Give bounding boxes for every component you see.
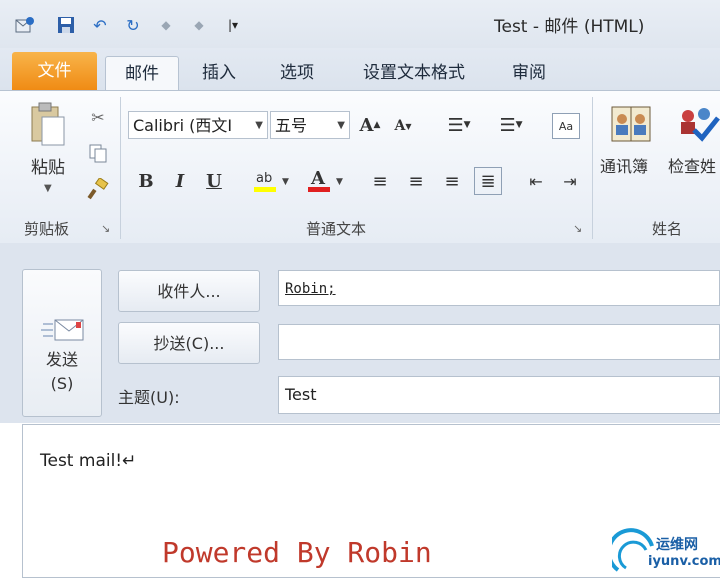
format-painter-icon[interactable]	[86, 177, 110, 201]
bold-button[interactable]: B	[134, 169, 158, 193]
font-size-select[interactable]: 五号 ▼	[270, 111, 350, 139]
group-separator	[120, 97, 121, 239]
address-book-button[interactable]: 通讯簿	[600, 153, 648, 177]
copy-icon[interactable]	[86, 141, 110, 165]
increase-indent-icon[interactable]: ⇥	[558, 169, 582, 193]
ribbon-tabs: 文件 邮件 插入 选项 设置文本格式 审阅	[0, 48, 720, 91]
tab-insert[interactable]: 插入	[188, 56, 250, 90]
svg-text:▼: ▼	[282, 177, 289, 187]
styles-icon[interactable]: Aa	[552, 113, 580, 139]
to-recipient[interactable]: Robin;	[285, 281, 336, 297]
justify-icon[interactable]: ≣	[474, 167, 502, 195]
names-group-label: 姓名	[652, 220, 683, 238]
highlight-icon[interactable]: ab ▼	[250, 165, 294, 195]
down-arrow-icon[interactable]: ◆	[188, 14, 210, 36]
font-name-select[interactable]: Calibri (西文I ▼	[128, 111, 268, 139]
title-bar: ↶ ↻ ◆ ◆ |▾ Test - 邮件 (HTML)	[0, 0, 720, 48]
font-name-value: Calibri (西文I	[133, 116, 233, 135]
cut-icon[interactable]: ✂	[86, 105, 110, 129]
clipboard-group-label: 剪贴板	[24, 220, 70, 238]
redo-icon[interactable]: ↻	[122, 14, 144, 36]
align-center-icon[interactable]: ≡	[404, 169, 428, 193]
send-text: 发送	[45, 350, 78, 369]
group-separator	[592, 97, 593, 239]
outlook-icon[interactable]	[14, 14, 36, 36]
paste-icon[interactable]	[22, 99, 74, 149]
watermark-url: iyunv.com	[648, 554, 720, 569]
svg-text:▼: ▼	[336, 177, 343, 187]
align-left-icon[interactable]: ≡	[368, 169, 392, 193]
underline-button[interactable]: U	[202, 169, 226, 193]
svg-text:A: A	[310, 168, 326, 189]
send-envelope-icon	[41, 318, 85, 344]
watermark-cn: 运维网	[656, 537, 698, 553]
up-arrow-icon[interactable]: ◆	[155, 14, 177, 36]
tab-file[interactable]: 文件	[12, 52, 97, 90]
bullets-icon[interactable]: ☰ ▼	[438, 113, 480, 137]
body-text: Test mail!↵	[40, 451, 137, 471]
signature-text: Powered By Robin	[162, 536, 432, 569]
save-icon[interactable]	[55, 14, 77, 36]
basic-text-launcher-icon[interactable]: ↘	[573, 222, 582, 235]
grow-font-icon[interactable]: A ▲	[356, 113, 384, 137]
customize-icon[interactable]: |▾	[222, 14, 244, 36]
paste-dropdown-icon[interactable]: ▼	[44, 183, 52, 194]
cc-button[interactable]: 抄送(C)...	[118, 322, 260, 364]
shrink-font-icon[interactable]: A ▼	[390, 115, 416, 137]
check-names-button[interactable]: 检查姓	[668, 153, 716, 177]
to-button[interactable]: 收件人...	[118, 270, 260, 312]
subject-field[interactable]: Test	[278, 376, 720, 414]
basic-text-group-label: 普通文本	[306, 220, 367, 238]
cc-field[interactable]	[278, 324, 720, 360]
tab-review[interactable]: 审阅	[498, 56, 560, 90]
to-field[interactable]: Robin;	[278, 270, 720, 306]
font-size-value: 五号	[275, 116, 308, 135]
chevron-down-icon: ▼	[337, 120, 345, 131]
send-button[interactable]: 发送 (S)	[22, 269, 102, 417]
send-label: 发送 (S)	[23, 348, 101, 396]
svg-text:ab: ab	[256, 171, 272, 186]
watermark-logo: 运维网 iyunv.com	[612, 528, 720, 576]
send-shortcut: (S)	[50, 374, 74, 393]
tab-mail[interactable]: 邮件	[105, 56, 179, 91]
subject-label: 主题(U):	[118, 388, 180, 407]
ribbon: 粘贴 ▼ ✂ 剪贴板 ↘ Calibri (西文I ▼ 五号 ▼ A ▲ A ▼ ☰ ▼ …	[0, 90, 720, 244]
align-right-icon[interactable]: ≡	[440, 169, 464, 193]
address-book-icon[interactable]	[606, 99, 656, 149]
check-names-icon[interactable]	[676, 99, 720, 149]
chevron-down-icon: ▼	[255, 120, 263, 131]
tab-options[interactable]: 选项	[266, 56, 328, 90]
clipboard-launcher-icon[interactable]: ↘	[101, 222, 110, 235]
italic-button[interactable]: I	[168, 169, 192, 193]
paste-button[interactable]: 粘贴	[18, 153, 78, 178]
undo-icon[interactable]: ↶	[89, 14, 111, 36]
font-color-icon[interactable]: A ▼	[304, 165, 348, 195]
numbering-icon[interactable]: ☰ ▼	[490, 113, 532, 137]
decrease-indent-icon[interactable]: ⇤	[524, 169, 548, 193]
tab-format-text[interactable]: 设置文本格式	[348, 56, 480, 90]
window-title: Test - 邮件 (HTML)	[494, 17, 645, 37]
